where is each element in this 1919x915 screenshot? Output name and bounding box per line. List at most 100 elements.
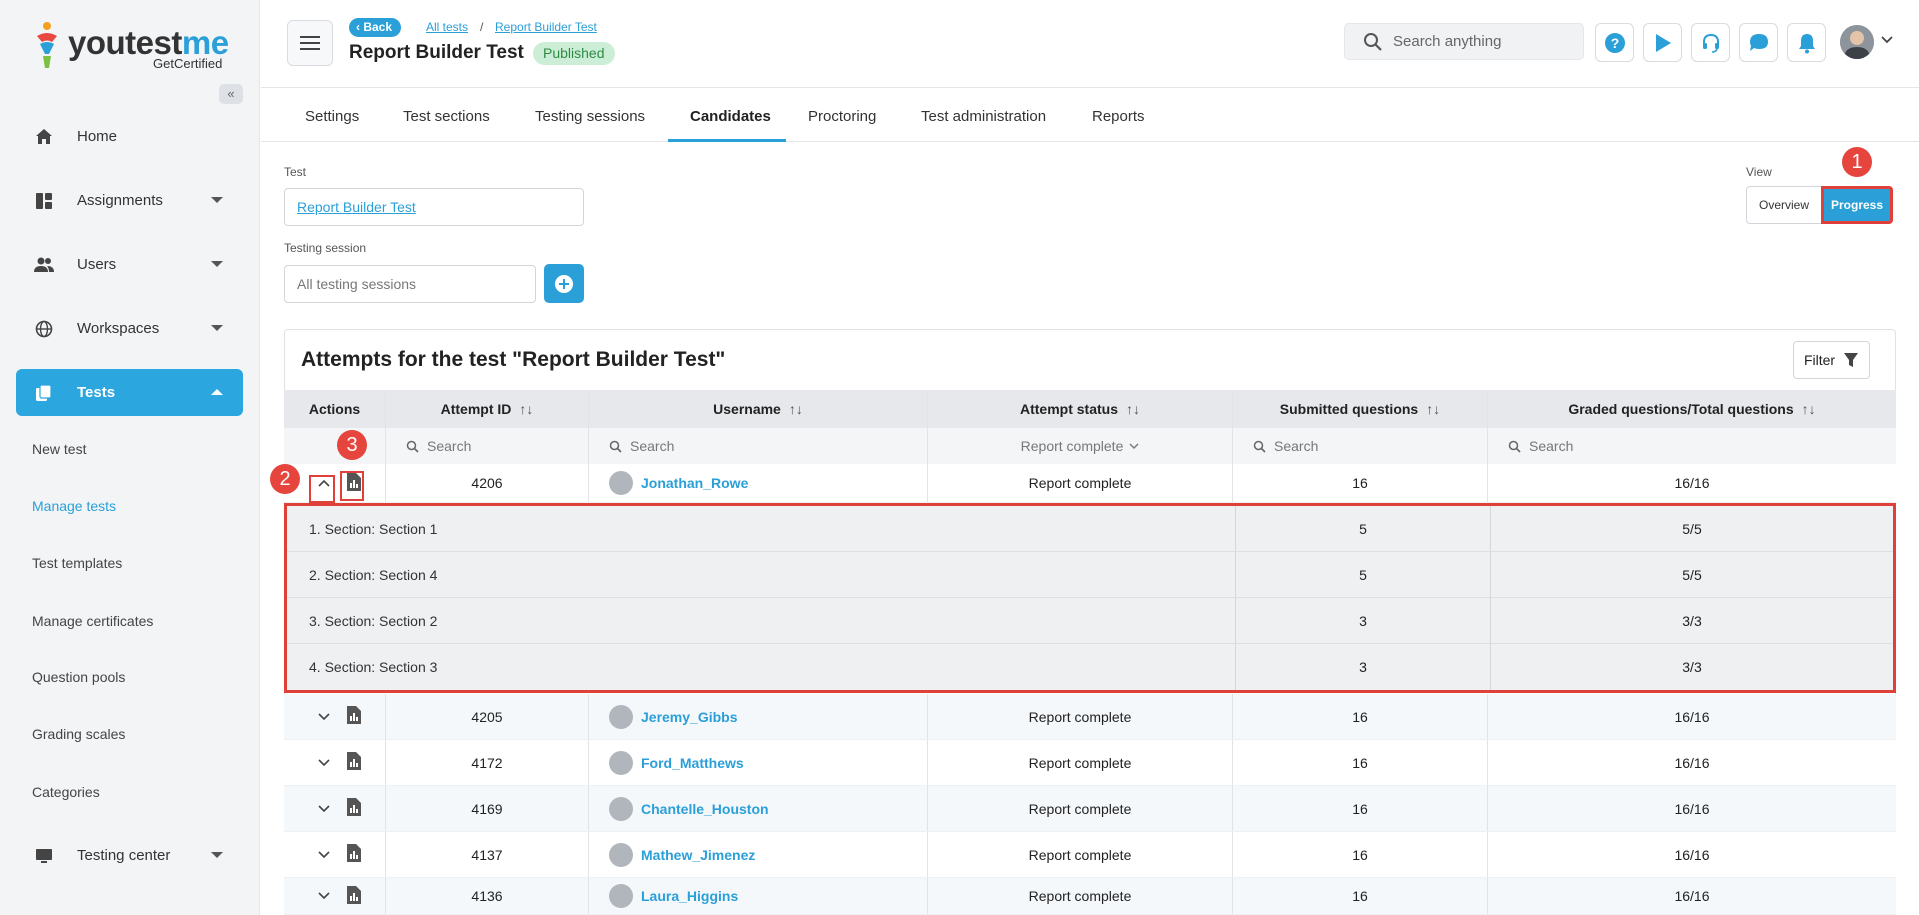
menu-toggle-button[interactable] bbox=[287, 20, 333, 66]
back-button-label: Back bbox=[363, 20, 393, 34]
username-cell: Laura_Higgins bbox=[589, 878, 928, 914]
user-avatar[interactable] bbox=[1840, 25, 1874, 59]
section-graded: 5/5 bbox=[1682, 566, 1702, 583]
sidebar-subitem-new-test[interactable]: New test bbox=[32, 441, 86, 457]
sidebar-item-users[interactable]: Users bbox=[16, 241, 243, 288]
avatar-image-icon bbox=[1840, 25, 1874, 59]
sidebar-subitem-categories[interactable]: Categories bbox=[32, 784, 100, 800]
sort-icon[interactable]: ↑↓ bbox=[519, 401, 533, 417]
report-button[interactable] bbox=[346, 885, 362, 908]
play-tutorial-button[interactable] bbox=[1643, 23, 1682, 62]
table-row[interactable]: 4136 Laura_Higgins Report complete 16 16… bbox=[284, 878, 1896, 915]
support-button[interactable] bbox=[1691, 23, 1730, 62]
sort-icon[interactable]: ↑↓ bbox=[1802, 401, 1816, 417]
expand-row-button[interactable] bbox=[314, 850, 334, 859]
report-button[interactable] bbox=[346, 751, 362, 774]
submitted-search[interactable]: Search bbox=[1233, 428, 1488, 464]
test-field[interactable]: Report Builder Test bbox=[284, 188, 584, 226]
filter-button[interactable]: Filter bbox=[1793, 341, 1870, 379]
add-session-button[interactable] bbox=[544, 264, 584, 303]
tab-test-administration[interactable]: Test administration bbox=[921, 89, 1046, 142]
graded-search[interactable]: Search bbox=[1488, 428, 1896, 464]
app-logo[interactable]: youtestme GetCertified bbox=[32, 20, 232, 75]
sidebar-subitem-question-pools[interactable]: Question pools bbox=[32, 669, 125, 685]
sidebar-subitem-grading-scales[interactable]: Grading scales bbox=[32, 726, 125, 742]
username-link[interactable]: Jeremy_Gibbs bbox=[641, 709, 738, 725]
testing-session-field[interactable]: All testing sessions bbox=[284, 265, 536, 303]
username-link[interactable]: Laura_Higgins bbox=[641, 888, 738, 904]
test-field-value[interactable]: Report Builder Test bbox=[297, 199, 416, 215]
collapse-sidebar-button[interactable]: « bbox=[219, 84, 243, 104]
expand-row-button[interactable] bbox=[314, 758, 334, 767]
report-button[interactable] bbox=[346, 797, 362, 820]
section-row: 2. Section: Section 4 5 5/5 bbox=[287, 552, 1893, 598]
overview-view-button[interactable]: Overview bbox=[1746, 186, 1821, 224]
sort-icon[interactable]: ↑↓ bbox=[789, 401, 803, 417]
tab-test-sections[interactable]: Test sections bbox=[403, 89, 490, 142]
expand-row-button[interactable] bbox=[314, 712, 334, 721]
attempt-id-cell: 4136 bbox=[386, 878, 589, 914]
table-row[interactable]: 4205 Jeremy_Gibbs Report complete 16 16/… bbox=[284, 694, 1896, 740]
col-submitted-questions[interactable]: Submitted questions ↑↓ bbox=[1233, 390, 1488, 428]
expand-row-button[interactable] bbox=[314, 804, 334, 813]
svg-text:?: ? bbox=[1610, 35, 1619, 51]
breadcrumb-current[interactable]: Report Builder Test bbox=[495, 20, 597, 34]
sidebar-item-tests[interactable]: Tests bbox=[16, 369, 243, 416]
username-link[interactable]: Mathew_Jimenez bbox=[641, 847, 755, 863]
col-username[interactable]: Username ↑↓ bbox=[589, 390, 928, 428]
breadcrumb-all-tests[interactable]: All tests bbox=[426, 20, 468, 34]
username-link[interactable]: Chantelle_Houston bbox=[641, 801, 769, 817]
chevron-down-icon bbox=[318, 758, 330, 766]
report-button[interactable] bbox=[346, 843, 362, 866]
attempt-id-cell: 4169 bbox=[386, 786, 589, 831]
col-label: Graded questions/Total questions bbox=[1568, 401, 1794, 417]
report-button[interactable] bbox=[346, 705, 362, 728]
global-search-input[interactable]: Search anything bbox=[1344, 23, 1584, 60]
tab-proctoring[interactable]: Proctoring bbox=[808, 89, 876, 142]
tab-reports[interactable]: Reports bbox=[1092, 89, 1145, 142]
chevron-down-icon bbox=[211, 261, 223, 267]
col-graded-questions[interactable]: Graded questions/Total questions ↑↓ bbox=[1488, 390, 1896, 428]
col-attempt-id[interactable]: Attempt ID ↑↓ bbox=[386, 390, 589, 428]
notifications-button[interactable] bbox=[1787, 23, 1826, 62]
table-row[interactable]: 4137 Mathew_Jimenez Report complete 16 1… bbox=[284, 832, 1896, 878]
testing-session-placeholder: All testing sessions bbox=[297, 276, 417, 292]
col-attempt-status[interactable]: Attempt status ↑↓ bbox=[928, 390, 1233, 428]
username-cell: Jeremy_Gibbs bbox=[589, 694, 928, 739]
table-row[interactable]: 4169 Chantelle_Houston Report complete 1… bbox=[284, 786, 1896, 832]
search-placeholder: Search bbox=[427, 438, 472, 454]
sort-icon[interactable]: ↑↓ bbox=[1126, 401, 1140, 417]
submitted-cell: 16 bbox=[1233, 464, 1488, 502]
help-button[interactable]: ? bbox=[1595, 23, 1634, 62]
sidebar-item-assignments[interactable]: Assignments bbox=[16, 177, 243, 224]
globe-icon bbox=[31, 320, 57, 338]
back-button[interactable]: ‹ Back bbox=[349, 18, 402, 37]
tab-candidates[interactable]: Candidates bbox=[690, 89, 771, 142]
status-cell: Report complete bbox=[928, 878, 1233, 914]
attempt-id-search[interactable]: Search bbox=[386, 428, 589, 464]
expand-row-button[interactable] bbox=[314, 892, 334, 900]
row-actions bbox=[284, 832, 386, 877]
username-search[interactable]: Search bbox=[589, 428, 928, 464]
username-cell: Mathew_Jimenez bbox=[589, 832, 928, 877]
progress-view-button[interactable]: Progress bbox=[1821, 186, 1893, 224]
chat-button[interactable] bbox=[1739, 23, 1778, 62]
section-row: 1. Section: Section 1 5 5/5 bbox=[287, 506, 1893, 552]
username-link[interactable]: Jonathan_Rowe bbox=[641, 475, 748, 491]
sidebar-item-workspaces[interactable]: Workspaces bbox=[16, 305, 243, 352]
graded-cell: 16/16 bbox=[1674, 754, 1710, 771]
sidebar-subitem-manage-tests[interactable]: Manage tests bbox=[32, 498, 116, 514]
tab-testing-sessions[interactable]: Testing sessions bbox=[535, 89, 645, 142]
username-link[interactable]: Ford_Matthews bbox=[641, 755, 744, 771]
table-row-expanded[interactable]: 4206 Jonathan_Rowe Report complete 16 16… bbox=[284, 464, 1896, 503]
sidebar-item-testing-center[interactable]: Testing center bbox=[16, 832, 243, 879]
chevron-down-icon[interactable] bbox=[1881, 36, 1893, 44]
username-cell: Chantelle_Houston bbox=[589, 786, 928, 831]
sort-icon[interactable]: ↑↓ bbox=[1426, 401, 1440, 417]
sidebar-item-home[interactable]: Home bbox=[16, 113, 243, 160]
sidebar-subitem-manage-certificates[interactable]: Manage certificates bbox=[32, 613, 153, 629]
table-row[interactable]: 4172 Ford_Matthews Report complete 16 16… bbox=[284, 740, 1896, 786]
status-filter-select[interactable]: Report complete bbox=[928, 428, 1233, 464]
sidebar-subitem-test-templates[interactable]: Test templates bbox=[32, 555, 122, 571]
tab-settings[interactable]: Settings bbox=[305, 89, 359, 142]
